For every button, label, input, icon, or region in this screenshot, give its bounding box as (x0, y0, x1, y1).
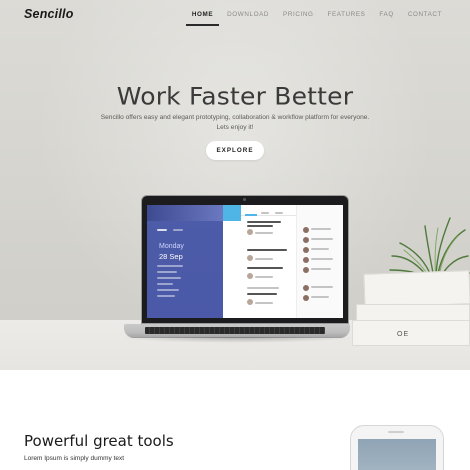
feed-line (255, 258, 273, 260)
app-left-line (157, 295, 175, 297)
feed-line (311, 238, 333, 240)
app-header-photo (147, 205, 223, 221)
hero-section: Sencillo HOME DOWNLOAD PRICING FEATURES … (0, 0, 470, 370)
app-left-line (157, 229, 167, 231)
feed-line (255, 232, 273, 234)
nav-item-download[interactable]: DOWNLOAD (227, 11, 269, 18)
feed-title (247, 221, 281, 223)
app-day-label: Monday (159, 243, 184, 250)
laptop-camera (243, 198, 246, 201)
app-left-line (173, 229, 183, 231)
nav-item-features[interactable]: FEATURES (328, 11, 366, 18)
app-left-line (157, 283, 173, 285)
contact-avatar (303, 227, 309, 233)
app-left-line (157, 271, 177, 273)
hero-subtitle: Sencillo offers easy and elegant prototy… (100, 114, 370, 131)
feed-avatar (247, 299, 253, 305)
explore-button[interactable]: EXPLORE (206, 141, 264, 160)
laptop-keyboard (145, 327, 325, 334)
phone-speaker (388, 431, 404, 433)
book-stack-top (363, 270, 470, 308)
feed-line (255, 302, 273, 304)
feed-title (247, 225, 273, 227)
feed-title (247, 267, 283, 269)
nav-item-contact[interactable]: CONTACT (408, 11, 442, 18)
feed-title (247, 293, 277, 295)
feed-line (255, 276, 273, 278)
contact-avatar (303, 267, 309, 273)
feed-title (247, 249, 287, 251)
book-logo-text: OE (397, 331, 410, 338)
logo[interactable]: Sencillo (24, 7, 74, 21)
app-left-line (157, 289, 179, 291)
feed-line (311, 286, 333, 288)
app-contacts-column (297, 205, 343, 318)
contact-avatar (303, 257, 309, 263)
phone-screen (358, 439, 436, 470)
app-feed-column (241, 205, 297, 318)
book-spine-label: · · · · · (392, 296, 405, 300)
feed-line (311, 268, 331, 270)
nav-menu: HOME DOWNLOAD PRICING FEATURES FAQ CONTA… (185, 11, 442, 26)
feed-avatar (247, 255, 253, 261)
feed-line (311, 296, 329, 298)
contact-avatar (303, 237, 309, 243)
feed-avatar (247, 273, 253, 279)
app-active-tab (245, 214, 257, 216)
app-left-line (157, 265, 183, 267)
app-date-label: 28 Sep (159, 252, 183, 261)
tools-subtext: Lorem Ipsum is simply dummy text (24, 455, 125, 462)
feed-line (311, 248, 329, 250)
top-nav: Sencillo HOME DOWNLOAD PRICING FEATURES … (0, 0, 470, 30)
contact-avatar (303, 295, 309, 301)
feed-avatar (247, 229, 253, 235)
contact-avatar (303, 247, 309, 253)
app-calendar-panel: Monday 28 Sep (147, 205, 223, 318)
laptop-screen: Monday 28 Sep (147, 205, 343, 318)
book-stack-bottom (352, 320, 470, 346)
nav-item-pricing[interactable]: PRICING (283, 11, 313, 18)
app-left-line (157, 277, 181, 279)
feed-line (261, 212, 269, 214)
feed-line (275, 212, 283, 214)
feed-line (311, 258, 333, 260)
feed-line (311, 228, 331, 230)
nav-item-faq[interactable]: FAQ (379, 11, 393, 18)
feed-line (247, 287, 279, 289)
hero-title: Work Faster Better (116, 82, 354, 111)
contact-avatar (303, 285, 309, 291)
tools-heading: Powerful great tools (24, 432, 174, 450)
laptop-shadow (118, 337, 356, 343)
nav-item-home[interactable]: HOME (185, 11, 220, 26)
app-search-bar (223, 205, 241, 221)
